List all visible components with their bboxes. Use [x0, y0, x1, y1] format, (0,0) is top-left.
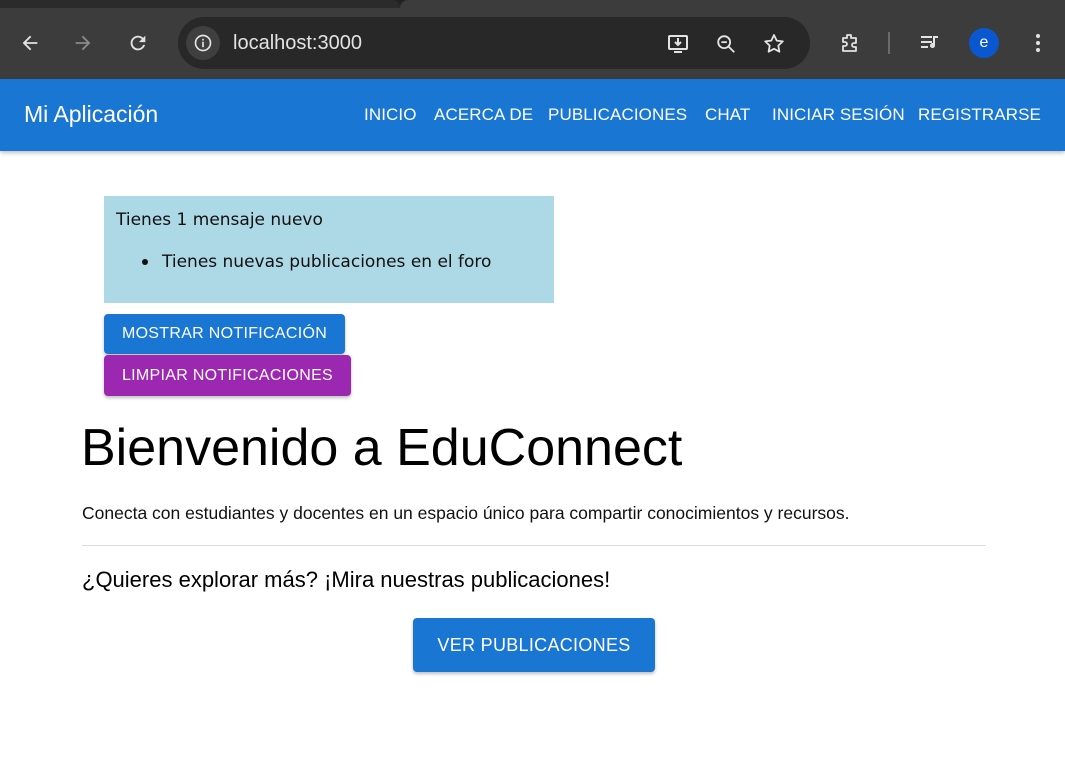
bullet-icon	[142, 259, 148, 265]
notification-item-text: Tienes nuevas publicaciones en el foro	[162, 252, 492, 272]
page-title: Bienvenido a EduConnect	[81, 419, 683, 477]
nav-acerca-de[interactable]: ACERCA DE	[434, 105, 533, 125]
toolbar-divider	[888, 32, 890, 54]
view-posts-button[interactable]: VER PUBLICACIONES	[413, 618, 655, 672]
nav-chat[interactable]: CHAT	[705, 105, 750, 125]
profile-avatar[interactable]: e	[969, 28, 999, 58]
app-title[interactable]: Mi Aplicación	[24, 101, 158, 128]
menu-dots-icon[interactable]	[1021, 26, 1055, 60]
nav-registrarse[interactable]: REGISTRARSE	[918, 105, 1041, 125]
clear-notifications-button[interactable]: LIMPIAR NOTIFICACIONES	[104, 355, 351, 396]
divider	[82, 545, 986, 546]
bookmark-star-icon[interactable]	[760, 30, 788, 58]
zoom-icon[interactable]	[712, 30, 740, 58]
active-tab[interactable]	[400, 0, 1065, 8]
browser-toolbar: localhost:3000 e	[0, 0, 1065, 79]
notification-list-item: Tienes nuevas publicaciones en el foro	[142, 252, 491, 272]
app-bar: Mi Aplicación INICIO ACERCA DE PUBLICACI…	[0, 79, 1065, 151]
back-icon[interactable]	[13, 26, 47, 60]
nav-iniciar-sesion[interactable]: INICIAR SESIÓN	[772, 105, 905, 125]
extensions-icon[interactable]	[833, 26, 867, 60]
show-notification-button[interactable]: MOSTRAR NOTIFICACIÓN	[104, 314, 345, 354]
reload-icon[interactable]	[121, 26, 155, 60]
url-text[interactable]: localhost:3000	[233, 32, 362, 55]
nav-inicio[interactable]: INICIO	[364, 105, 417, 125]
notification-panel: Tienes 1 mensaje nuevo Tienes nuevas pub…	[104, 196, 554, 303]
site-info-icon[interactable]	[186, 26, 220, 60]
explore-text: ¿Quieres explorar más? ¡Mira nuestras pu…	[82, 567, 611, 592]
address-bar[interactable]: localhost:3000	[178, 17, 810, 69]
inactive-tab[interactable]	[0, 0, 400, 8]
tab-strip	[0, 0, 1065, 8]
forward-icon[interactable]	[66, 26, 100, 60]
page-subtitle: Conecta con estudiantes y docentes en un…	[82, 503, 850, 523]
nav-publicaciones[interactable]: PUBLICACIONES	[548, 105, 687, 125]
install-app-icon[interactable]	[664, 30, 692, 58]
media-control-icon[interactable]	[913, 26, 947, 60]
notification-title: Tienes 1 mensaje nuevo	[116, 210, 323, 230]
